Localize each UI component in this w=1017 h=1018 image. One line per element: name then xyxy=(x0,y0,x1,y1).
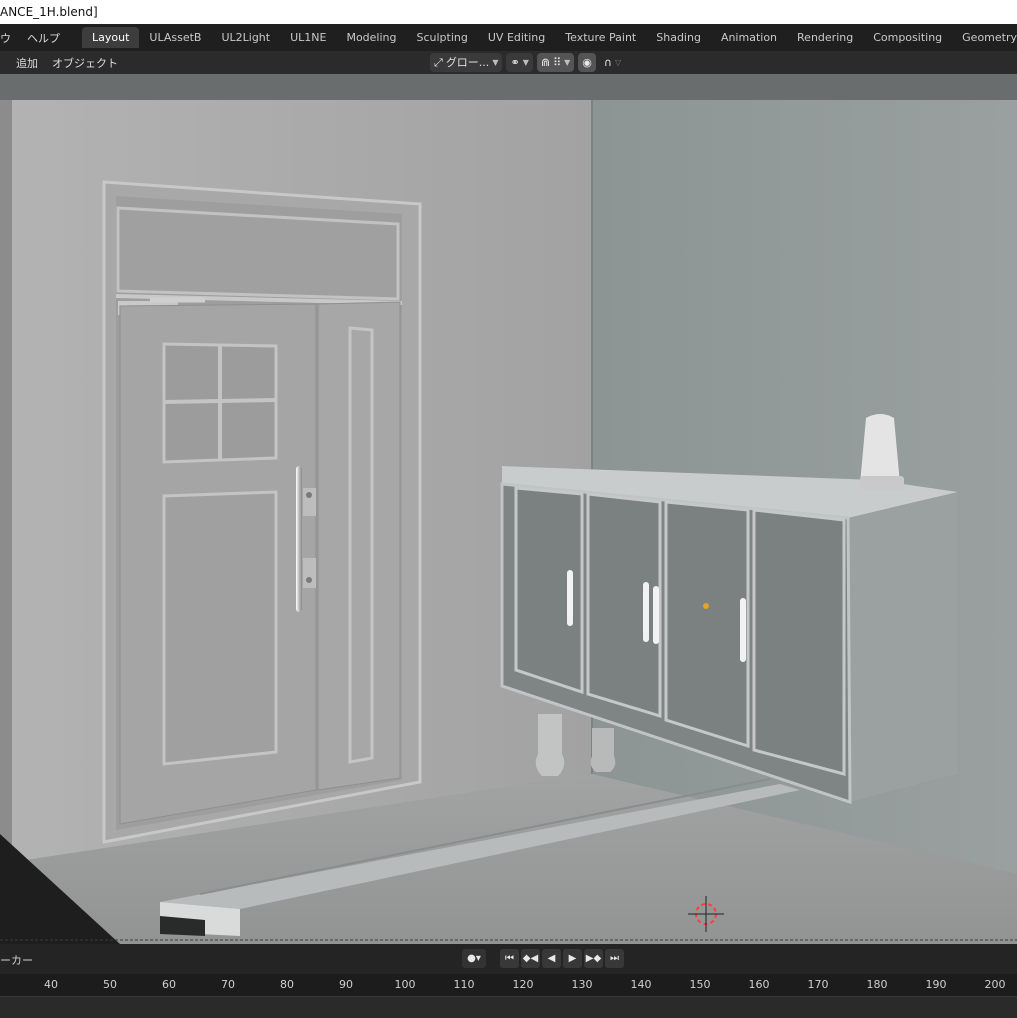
window-title: ANCE_1H.blend] xyxy=(0,5,98,19)
lamp-shade xyxy=(860,414,900,484)
frame-tick: 130 xyxy=(571,978,593,991)
cabinet-door-3 xyxy=(664,500,750,749)
left-jamb xyxy=(0,100,12,869)
lamp-base xyxy=(860,476,904,490)
falloff-curve-icon: ∩ xyxy=(603,56,612,69)
frame-tick: 70 xyxy=(221,978,235,991)
prev-keyframe-icon[interactable]: ◆◀ xyxy=(521,949,540,968)
viewport-header-tools: ⤢ グロー... ▼ ⚭ ▼ ⋒ ⠿ ▼ ◉ ∩ ▽ xyxy=(430,53,625,72)
cabinet-leg xyxy=(590,728,616,772)
cabinet-handle xyxy=(643,582,649,642)
jump-start-icon[interactable]: ⏮ xyxy=(500,949,519,968)
tab-texture-paint[interactable]: Texture Paint xyxy=(555,27,646,48)
orientation-gizmo-icon: ⤢ xyxy=(434,56,443,69)
cabinet-leg xyxy=(535,714,565,776)
frame-tick: 80 xyxy=(280,978,294,991)
menu-item-help[interactable]: ヘルプ xyxy=(19,30,68,46)
window-transom-bar xyxy=(163,398,277,404)
3d-viewport[interactable] xyxy=(0,74,1017,944)
menu-item-window[interactable]: ウ xyxy=(0,30,19,46)
frame-tick: 50 xyxy=(103,978,117,991)
frame-tick: 140 xyxy=(630,978,652,991)
tab-compositing[interactable]: Compositing xyxy=(863,27,952,48)
tab-geometry-nodes[interactable]: Geometry Nodes xyxy=(952,27,1017,48)
pivot-icon: ⚭ xyxy=(510,56,520,69)
chevron-down-icon: ▼ xyxy=(522,58,529,67)
cabinet-handle xyxy=(567,570,573,626)
top-bar: ウ ヘルプ Layout ULAssetB UL2Light UL1NE Mod… xyxy=(0,24,1017,51)
cabinet-handle xyxy=(740,598,746,662)
tab-ulassetb[interactable]: ULAssetB xyxy=(139,27,211,48)
timeline-track[interactable] xyxy=(0,996,1017,1018)
frame-tick: 90 xyxy=(339,978,353,991)
auto-keying-record-icon[interactable]: ●▾ xyxy=(462,949,486,968)
tab-uv-editing[interactable]: UV Editing xyxy=(478,27,555,48)
door-side-leaf xyxy=(317,301,401,791)
chevron-down-icon: ▼ xyxy=(492,58,499,67)
menu-marker[interactable]: ーカー xyxy=(0,952,33,968)
proportional-edit-icon: ◉ xyxy=(582,56,592,69)
chevron-down-icon: ▽ xyxy=(614,58,622,67)
frame-tick: 120 xyxy=(512,978,534,991)
frame-tick: 110 xyxy=(453,978,475,991)
cabinet-side xyxy=(848,492,958,802)
workspace-tabs: Layout ULAssetB UL2Light UL1NE Modeling … xyxy=(82,27,1017,48)
viewport-top-overlay xyxy=(0,74,1017,100)
tab-layout[interactable]: Layout xyxy=(82,27,140,48)
scene-render xyxy=(0,74,1017,944)
frame-tick: 180 xyxy=(866,978,888,991)
pivot-point-dropdown[interactable]: ⚭ ▼ xyxy=(506,53,533,72)
cabinet-door-4 xyxy=(752,508,846,776)
tab-rendering[interactable]: Rendering xyxy=(787,27,863,48)
frame-tick: 190 xyxy=(925,978,947,991)
frame-tick: 200 xyxy=(984,978,1006,991)
lock-cylinder xyxy=(306,577,312,583)
tab-modeling[interactable]: Modeling xyxy=(336,27,406,48)
snap-increment-icon: ⠿ xyxy=(553,56,562,69)
transform-orientation-value: グロー... xyxy=(445,56,490,69)
door-transom xyxy=(116,206,400,301)
falloff-dropdown[interactable]: ∩ ▽ xyxy=(600,53,625,72)
menu-object[interactable]: オブジェクト xyxy=(45,55,125,71)
tab-sculpting[interactable]: Sculpting xyxy=(407,27,478,48)
frame-tick: 100 xyxy=(394,978,416,991)
timeline-ruler[interactable]: 40 50 60 70 80 90 100 110 120 130 140 15… xyxy=(0,974,1017,996)
chevron-down-icon: ▼ xyxy=(564,58,571,67)
frame-tick: 60 xyxy=(162,978,176,991)
tab-ul1ne[interactable]: UL1NE xyxy=(280,27,336,48)
tab-shading[interactable]: Shading xyxy=(646,27,711,48)
frame-tick: 160 xyxy=(748,978,770,991)
door-lower-panel xyxy=(162,490,278,766)
door-handle xyxy=(296,466,302,612)
lock-cylinder xyxy=(306,492,312,498)
jump-end-icon[interactable]: ⏭ xyxy=(605,949,624,968)
snap-dropdown[interactable]: ⋒ ⠿ ▼ xyxy=(536,53,575,72)
cabinet-handle xyxy=(653,586,659,644)
tab-ul2light[interactable]: UL2Light xyxy=(211,27,280,48)
play-reverse-icon[interactable]: ◀ xyxy=(542,949,561,968)
timeline-header: ーカー ●▾ ⏮ ◆◀ ◀ ▶ ▶◆ ⏭ xyxy=(0,944,1017,974)
proportional-edit-toggle[interactable]: ◉ xyxy=(578,53,596,72)
snap-magnet-icon: ⋒ xyxy=(540,56,551,69)
object-origin-dot xyxy=(703,603,709,609)
transform-orientation-dropdown[interactable]: ⤢ グロー... ▼ xyxy=(430,53,503,72)
frame-tick: 40 xyxy=(44,978,58,991)
next-keyframe-icon[interactable]: ▶◆ xyxy=(584,949,603,968)
tab-animation[interactable]: Animation xyxy=(711,27,787,48)
menu-add[interactable]: 追加 xyxy=(0,55,45,71)
door-lock-lower xyxy=(303,558,316,588)
cabinet-door-2 xyxy=(586,492,662,719)
viewport-header: 追加 オブジェクト ⤢ グロー... ▼ ⚭ ▼ ⋒ ⠿ ▼ ◉ ∩ ▽ xyxy=(0,51,1017,74)
frame-tick: 150 xyxy=(689,978,711,991)
window-title-bar: ANCE_1H.blend] xyxy=(0,0,1017,24)
playback-controls: ●▾ ⏮ ◆◀ ◀ ▶ ▶◆ ⏭ xyxy=(462,949,624,968)
play-icon[interactable]: ▶ xyxy=(563,949,582,968)
frame-tick: 170 xyxy=(807,978,829,991)
